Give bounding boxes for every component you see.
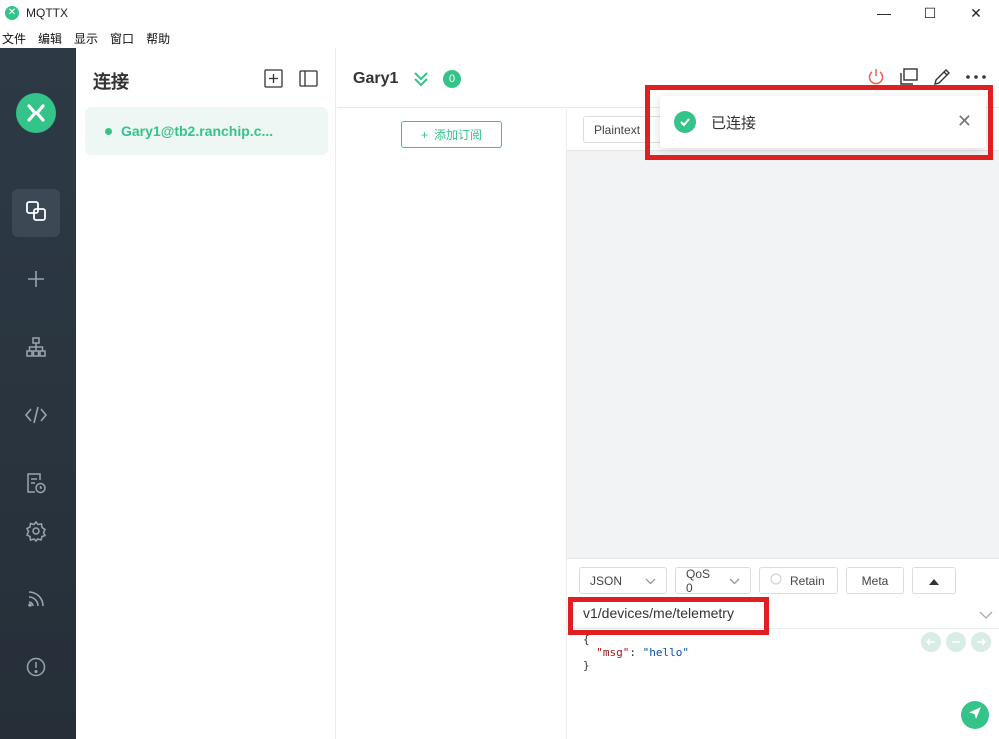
feed-icon <box>26 589 46 614</box>
payload-format-select[interactable]: JSON <box>579 567 667 594</box>
title-bar: ✕ MQTTX — ☐ ✕ <box>0 0 999 26</box>
payload-editor[interactable]: { "msg": "hello" } <box>583 633 689 672</box>
nav-topology[interactable] <box>12 325 60 373</box>
connection-list-panel: 连接 Gary1@tb2.ranchip.c... <box>76 48 336 739</box>
close-window-button[interactable]: ✕ <box>953 0 999 26</box>
highlight-box-toast <box>645 85 993 160</box>
log-icon <box>25 471 47 500</box>
left-nav <box>0 48 76 739</box>
arrow-left-icon[interactable] <box>921 632 941 652</box>
app-logo: ✕ <box>5 6 19 20</box>
menu-view[interactable]: 显示 <box>72 30 102 47</box>
menu-edit[interactable]: 编辑 <box>36 30 66 47</box>
minimize-button[interactable]: — <box>861 0 907 26</box>
caret-up-icon <box>929 574 939 588</box>
code-icon <box>24 404 48 431</box>
retain-label: Retain <box>790 573 825 588</box>
double-chevron-down-icon[interactable] <box>413 70 429 93</box>
publish-toolbar: JSON QoS 0 Retain Meta <box>579 566 956 595</box>
payload-value: "hello" <box>642 646 689 659</box>
nav-new-connection[interactable] <box>12 257 60 305</box>
plus-icon <box>25 268 47 295</box>
payload-key: "msg" <box>596 646 630 659</box>
mqttx-logo <box>16 93 56 133</box>
expand-button[interactable] <box>912 567 956 594</box>
message-area: Plaintext <box>567 109 999 558</box>
payload-format-value: JSON <box>590 573 623 588</box>
connected-status-dot <box>105 127 112 135</box>
payload-colon: : <box>629 646 643 659</box>
add-subscription-label: 添加订阅 <box>434 128 483 142</box>
toggle-panel-icon[interactable] <box>299 69 318 93</box>
add-subscription-button[interactable]: + 添加订阅 <box>401 121 502 148</box>
retain-toggle[interactable]: Retain <box>759 567 838 594</box>
gear-icon <box>25 520 47 547</box>
chevron-down-icon[interactable] <box>979 606 993 624</box>
message-count-badge: 0 <box>443 70 461 88</box>
chevron-down-icon <box>645 574 656 588</box>
network-icon <box>25 336 47 363</box>
plus-icon: + <box>420 127 428 142</box>
publish-area: JSON QoS 0 Retain Meta v1/devices/me/tel… <box>567 558 999 739</box>
connection-name: Gary1@tb2.ranchip.c... <box>121 123 274 139</box>
window-controls: — ☐ ✕ <box>861 0 999 26</box>
new-connection-icon[interactable] <box>264 69 283 93</box>
arrow-right-icon[interactable] <box>971 632 991 652</box>
app-title: MQTTX <box>26 6 68 20</box>
maximize-button[interactable]: ☐ <box>907 0 953 26</box>
meta-button[interactable]: Meta <box>846 567 904 594</box>
info-icon <box>25 656 47 683</box>
connection-item[interactable]: Gary1@tb2.ranchip.c... <box>85 107 328 155</box>
nav-about[interactable] <box>12 645 60 693</box>
payload-close-brace: } <box>583 659 590 672</box>
menu-help[interactable]: 帮助 <box>144 30 174 47</box>
nav-connections[interactable] <box>12 189 60 237</box>
current-connection-name: Gary1 <box>353 70 399 87</box>
qos-select[interactable]: QoS 0 <box>675 566 751 595</box>
highlight-box-topic <box>568 597 769 635</box>
send-button[interactable] <box>961 701 989 729</box>
minus-icon[interactable] <box>946 632 966 652</box>
nav-script[interactable] <box>12 393 60 441</box>
nav-settings[interactable] <box>12 509 60 557</box>
nav-log[interactable] <box>12 461 60 509</box>
send-icon <box>968 706 982 725</box>
connection-list-actions <box>264 69 318 93</box>
menu-file[interactable]: 文件 <box>0 30 30 47</box>
qos-value: QoS 0 <box>686 566 711 595</box>
connections-title: 连接 <box>93 72 129 92</box>
nav-feed[interactable] <box>12 577 60 625</box>
menu-bar: 文件 编辑 显示 窗口 帮助 <box>0 28 180 48</box>
menu-window[interactable]: 窗口 <box>108 30 138 47</box>
history-buttons <box>921 632 991 652</box>
subscription-column: + 添加订阅 <box>337 109 567 739</box>
radio-icon <box>770 573 782 588</box>
chevron-down-icon <box>729 574 740 588</box>
connections-icon <box>24 199 48 228</box>
